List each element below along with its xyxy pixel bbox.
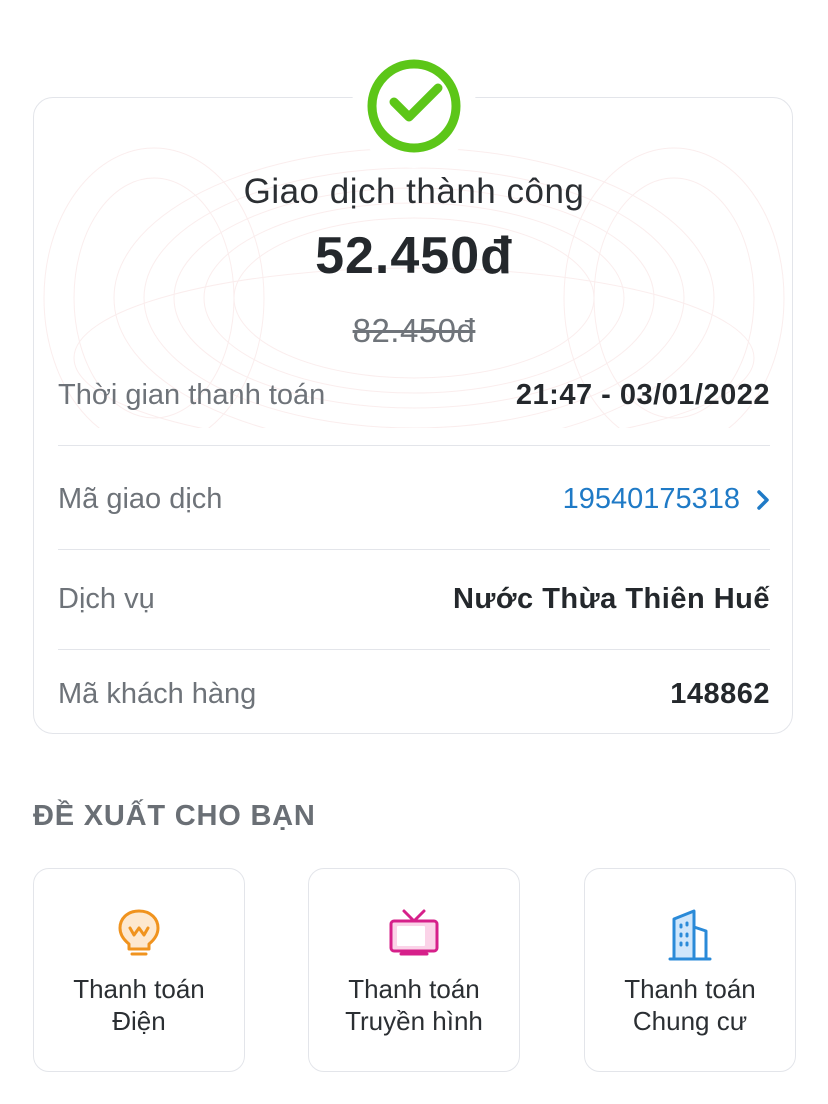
row-customer-id: Mã khách hàng 148862	[58, 644, 770, 744]
suggestions-heading: ĐỀ XUẤT CHO BẠN	[33, 800, 316, 832]
row-label: Mã khách hàng	[58, 677, 257, 710]
chevron-right-icon[interactable]	[756, 489, 770, 511]
tile-pay-apartment[interactable]: Thanh toán Chung cư	[584, 868, 796, 1072]
lightbulb-icon	[34, 907, 244, 959]
tile-label-line1: Thanh toán	[624, 974, 756, 1004]
building-icon	[585, 907, 795, 961]
row-label: Thời gian thanh toán	[58, 379, 326, 411]
customer-id-value: 148862	[670, 677, 770, 710]
check-circle-icon	[367, 59, 461, 153]
paid-amount: 52.450đ	[315, 227, 513, 285]
success-badge	[352, 44, 476, 168]
transaction-status: Giao dịch thành công	[243, 172, 585, 211]
tile-label-line1: Thanh toán	[73, 974, 205, 1004]
service-value: Nước Thừa Thiên Huế	[452, 583, 770, 615]
tile-label-line1: Thanh toán	[348, 974, 480, 1004]
payment-time-value: 21:47 - 03/01/2022	[515, 379, 770, 411]
tile-pay-tv[interactable]: Thanh toán Truyền hình	[308, 868, 520, 1072]
row-payment-time: Thời gian thanh toán 21:47 - 03/01/2022	[58, 346, 770, 446]
tv-icon	[309, 907, 519, 957]
tile-label-line2: Truyền hình	[345, 1006, 483, 1036]
transaction-id-link[interactable]: 19540175318	[563, 483, 770, 516]
row-transaction-id[interactable]: Mã giao dịch 19540175318	[58, 450, 770, 550]
row-label: Mã giao dịch	[58, 483, 223, 515]
row-service: Dịch vụ Nước Thừa Thiên Huế	[58, 550, 770, 650]
tile-label-line2: Điện	[112, 1006, 166, 1036]
tile-pay-electricity[interactable]: Thanh toán Điện	[33, 868, 245, 1072]
original-amount: 82.450đ	[352, 312, 476, 349]
tile-label-line2: Chung cư	[632, 1006, 748, 1036]
row-label: Dịch vụ	[58, 583, 155, 615]
transaction-id-value[interactable]: 19540175318	[563, 483, 740, 516]
